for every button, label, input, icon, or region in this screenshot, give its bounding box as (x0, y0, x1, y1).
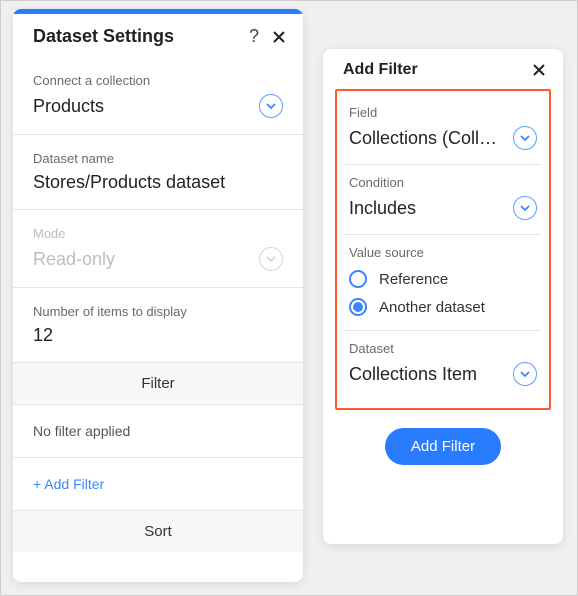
radio-another-dataset[interactable]: Another dataset (349, 298, 537, 316)
add-filter-panel: Add Filter Field Collections (Coll… Cond… (323, 49, 563, 544)
condition-value: Includes (349, 198, 513, 219)
panel-header: Add Filter (323, 49, 563, 89)
dataset-dropdown[interactable]: Collections Item (349, 362, 537, 386)
field-label: Field (349, 105, 537, 120)
chevron-down-icon[interactable] (513, 362, 537, 386)
radio-label: Reference (379, 271, 448, 288)
mode-dropdown: Read-only (33, 247, 283, 271)
radio-label: Another dataset (379, 299, 485, 316)
panel-title: Dataset Settings (33, 26, 249, 47)
mode-section: Mode Read-only (13, 210, 303, 288)
sort-section-header: Sort (13, 511, 303, 552)
chevron-down-icon[interactable] (259, 94, 283, 118)
dataset-name-section: Dataset name Stores/Products dataset (13, 135, 303, 210)
connect-collection-dropdown[interactable]: Products (33, 94, 283, 118)
dataset-value: Collections Item (349, 364, 513, 385)
items-count-value[interactable]: 12 (33, 325, 283, 346)
dataset-label: Dataset (349, 341, 537, 356)
value-source-section: Value source Reference Another dataset (345, 235, 541, 331)
connect-collection-section: Connect a collection Products (13, 57, 303, 135)
dataset-settings-panel: Dataset Settings ? Connect a collection … (13, 9, 303, 582)
condition-label: Condition (349, 175, 537, 190)
connect-collection-label: Connect a collection (33, 73, 283, 88)
dataset-section: Dataset Collections Item (345, 331, 541, 400)
no-filter-text: No filter applied (13, 405, 303, 458)
mode-value: Read-only (33, 249, 259, 270)
items-count-label: Number of items to display (33, 304, 283, 319)
field-dropdown[interactable]: Collections (Coll… (349, 126, 537, 150)
add-filter-link[interactable]: + Add Filter (13, 458, 303, 511)
dataset-name-label: Dataset name (33, 151, 283, 166)
close-icon[interactable] (531, 62, 547, 78)
field-value: Collections (Coll… (349, 128, 513, 149)
filter-section-header: Filter (13, 363, 303, 405)
radio-icon (349, 298, 367, 316)
radio-reference[interactable]: Reference (349, 270, 537, 288)
chevron-down-icon[interactable] (513, 126, 537, 150)
chevron-down-icon (259, 247, 283, 271)
add-filter-button[interactable]: Add Filter (385, 428, 501, 465)
items-count-section: Number of items to display 12 (13, 288, 303, 363)
close-icon[interactable] (271, 29, 287, 45)
chevron-down-icon[interactable] (513, 196, 537, 220)
condition-section: Condition Includes (345, 165, 541, 235)
panel-header: Dataset Settings ? (13, 14, 303, 57)
dataset-name-value[interactable]: Stores/Products dataset (33, 172, 283, 193)
radio-icon (349, 270, 367, 288)
field-section: Field Collections (Coll… (345, 95, 541, 165)
help-icon[interactable]: ? (249, 26, 259, 47)
panel-title: Add Filter (343, 61, 531, 79)
mode-label: Mode (33, 226, 283, 241)
highlighted-fields: Field Collections (Coll… Condition Inclu… (335, 89, 551, 410)
condition-dropdown[interactable]: Includes (349, 196, 537, 220)
value-source-label: Value source (349, 245, 537, 260)
connect-collection-value: Products (33, 96, 259, 117)
